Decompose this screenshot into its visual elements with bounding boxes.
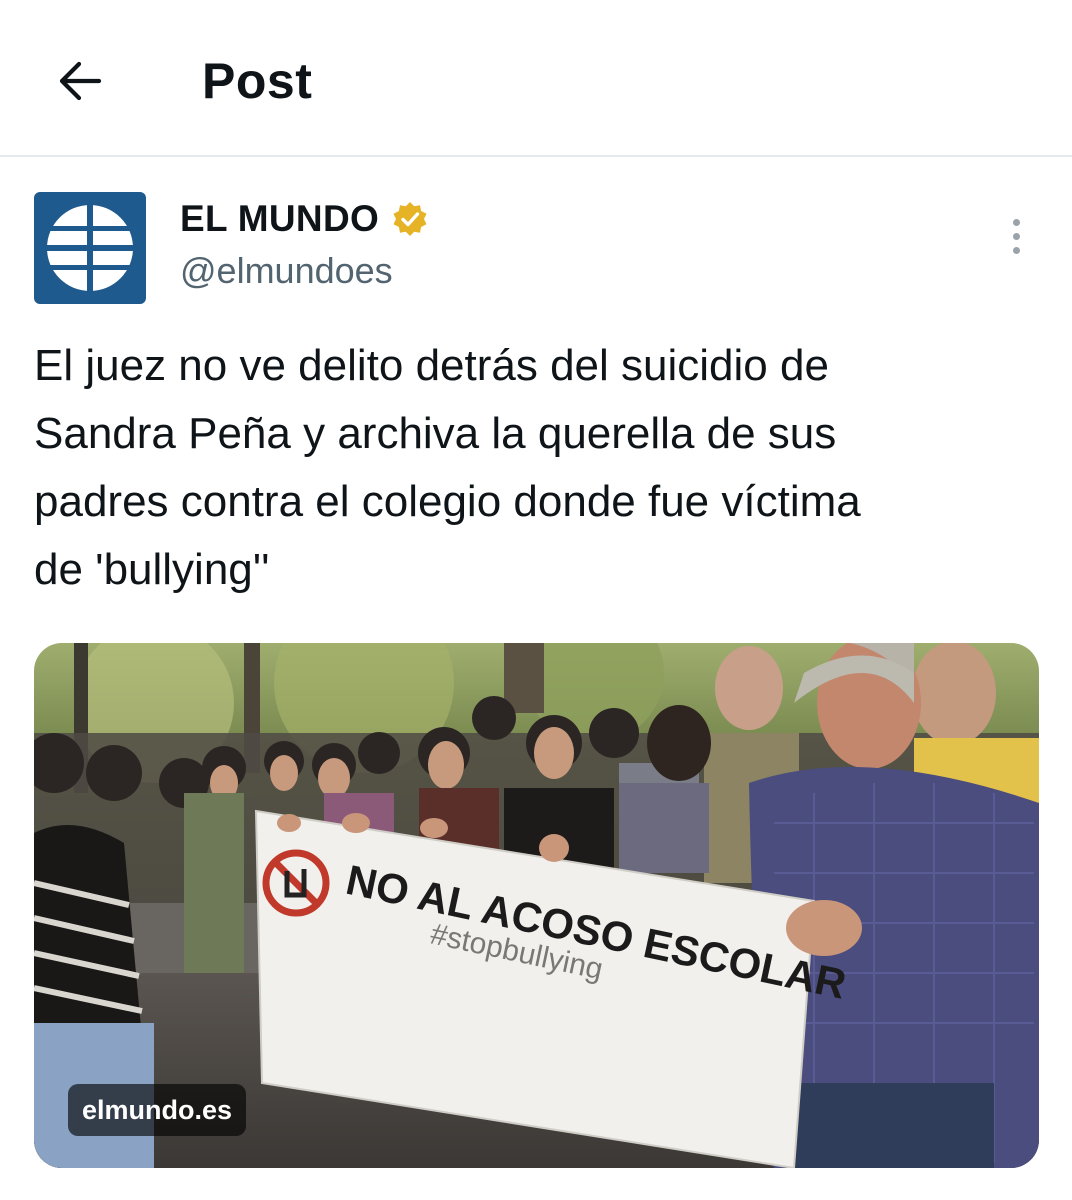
gold-verified-icon [391,200,429,238]
author-name-row[interactable]: EL MUNDO [180,196,429,242]
author-display-name: EL MUNDO [180,198,380,239]
more-vertical-icon-dot [1012,232,1020,240]
tweet-text: El juez no ve delito detrás del suicidio… [34,341,861,594]
el-mundo-logo [34,192,146,304]
arrow-left-icon [59,61,102,101]
page-title: Post [202,53,313,109]
source-link-badge[interactable]: elmundo.es [68,1084,247,1136]
more-vertical-icon-dot [1012,246,1020,254]
author-handle[interactable]: @elmundoes [180,250,393,292]
author-avatar[interactable] [34,192,146,304]
more-vertical-icon [1012,218,1020,226]
more-options-button[interactable] [996,212,1036,260]
back-button[interactable] [44,46,114,116]
top-bar: Post [0,0,1072,157]
